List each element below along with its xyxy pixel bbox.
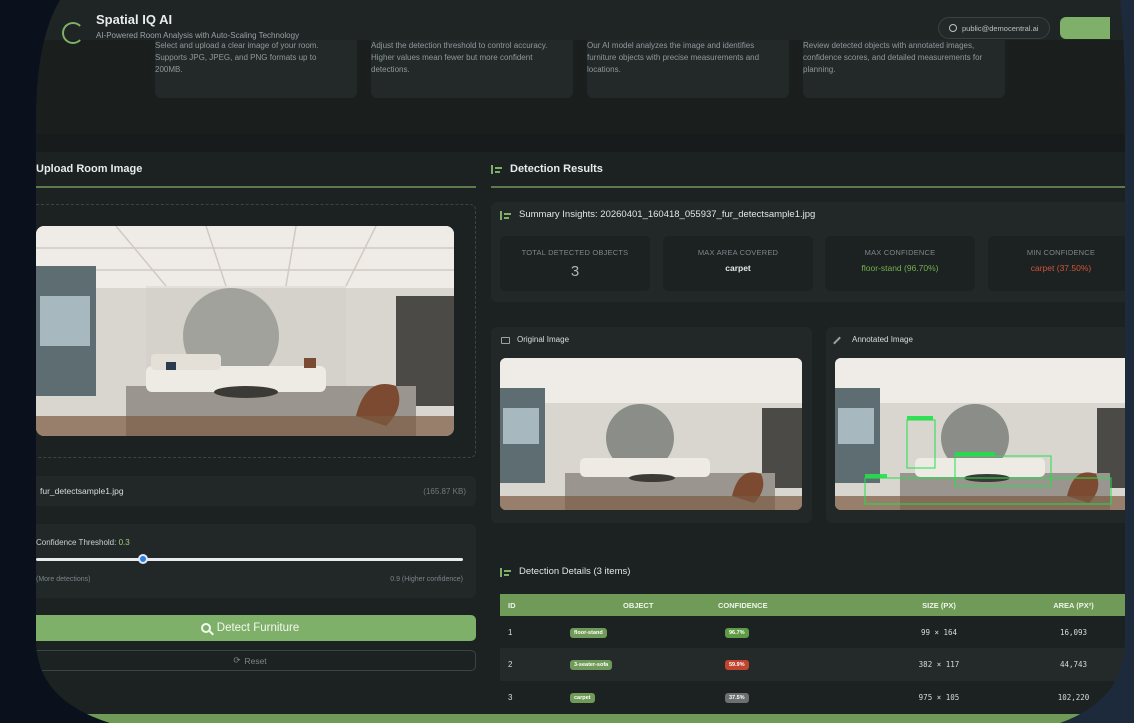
bezel-mask xyxy=(0,0,1134,723)
